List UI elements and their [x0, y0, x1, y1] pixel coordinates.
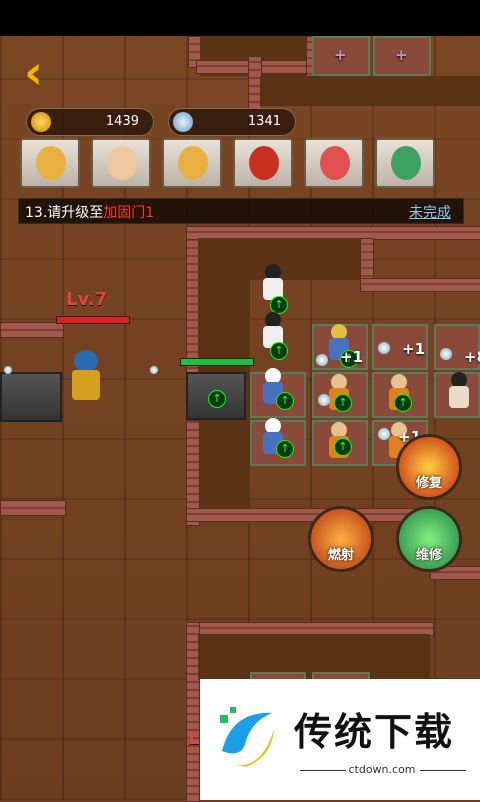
demon-player-character — [64, 350, 108, 402]
fighter-unit[interactable] — [444, 372, 474, 412]
quest-bar: 13.请升级至加固门1 未完成 — [18, 198, 464, 224]
quest-text: 13.请升级至加固门1 — [25, 205, 155, 221]
monkey-king-hero-icon — [178, 146, 208, 180]
energy-counter: 1341 — [168, 108, 296, 136]
hero-slot[interactable] — [20, 138, 80, 188]
hero-slot[interactable] — [91, 138, 151, 188]
energy-orb-icon[interactable] — [378, 342, 390, 354]
quest-status-link[interactable]: 未完成 — [409, 202, 451, 222]
energy-gain-label: +8 — [464, 348, 480, 366]
gold-value: 1439 — [105, 114, 139, 129]
quest-target: 加固门1 — [103, 205, 155, 221]
energy-orb-icon[interactable] — [4, 366, 12, 374]
brick-wall — [360, 278, 480, 292]
energy-orb-icon[interactable] — [378, 428, 390, 440]
back-button[interactable]: ‹ — [24, 49, 58, 96]
upgrade-arrow-icon[interactable]: ↑ — [334, 438, 352, 456]
hero-slot[interactable] — [162, 138, 222, 188]
upgrade-arrow-icon[interactable]: ↑ — [276, 392, 294, 410]
player-level: Lv.7 — [66, 289, 108, 310]
divider — [420, 770, 466, 771]
gold-counter: 1439 — [26, 108, 154, 136]
watermark-logo-icon — [220, 707, 274, 767]
empty-slot[interactable]: + — [373, 36, 431, 76]
watermark-banner: 传统下载 ctdown.com — [200, 679, 480, 800]
reinforced-door[interactable]: ↑ — [186, 372, 246, 420]
brick-wall — [0, 500, 66, 516]
status-bar — [0, 0, 480, 36]
energy-orb-icon[interactable] — [316, 354, 328, 366]
hero-slot[interactable] — [304, 138, 364, 188]
metal-door[interactable] — [0, 372, 62, 422]
energy-orb-icon[interactable] — [150, 366, 158, 374]
upgrade-arrow-icon[interactable]: ↑ — [276, 440, 294, 458]
repair-skill-button[interactable]: 维修 — [396, 506, 462, 572]
upgrade-skill-label: 修复 — [415, 476, 442, 491]
fire-skill-label: 燃射 — [327, 548, 354, 563]
fire-skill-button[interactable]: 燃射 — [308, 506, 374, 572]
upgrade-arrow-icon[interactable]: ↑ — [270, 342, 288, 360]
empty-slot[interactable]: + — [312, 36, 370, 76]
upgrade-skill-button[interactable]: 修复 — [396, 434, 462, 500]
monkey-king-hero-icon — [36, 146, 66, 180]
energy-orb-icon[interactable] — [318, 394, 330, 406]
opera-mask-hero-icon — [320, 146, 350, 180]
room-floor — [260, 76, 480, 106]
repair-skill-label: 维修 — [415, 548, 442, 563]
player-level-partial: L — [188, 728, 200, 749]
upgrade-arrow-icon[interactable]: ↑ — [394, 394, 412, 412]
scholar-hero-icon — [391, 146, 421, 180]
hero-slot[interactable] — [233, 138, 293, 188]
brick-wall — [186, 508, 418, 522]
warrior-girl-hero-icon — [107, 146, 137, 180]
beast-hero-icon — [249, 146, 279, 180]
hero-slot[interactable] — [375, 138, 435, 188]
energy-value: 1341 — [247, 114, 281, 129]
upgrade-arrow-icon[interactable]: ↑ — [334, 394, 352, 412]
upgrade-arrow-icon[interactable]: ↑ — [208, 390, 226, 408]
energy-gain-label: +1 — [340, 348, 364, 366]
energy-orb-icon[interactable] — [440, 348, 452, 360]
hero-selector — [20, 138, 436, 188]
brick-wall — [0, 322, 64, 338]
door-hp-bar — [180, 358, 254, 366]
energy-gain-label: +1 — [402, 340, 426, 358]
player-hp-bar — [56, 316, 130, 324]
watermark-name: 传统下载 — [294, 710, 455, 754]
